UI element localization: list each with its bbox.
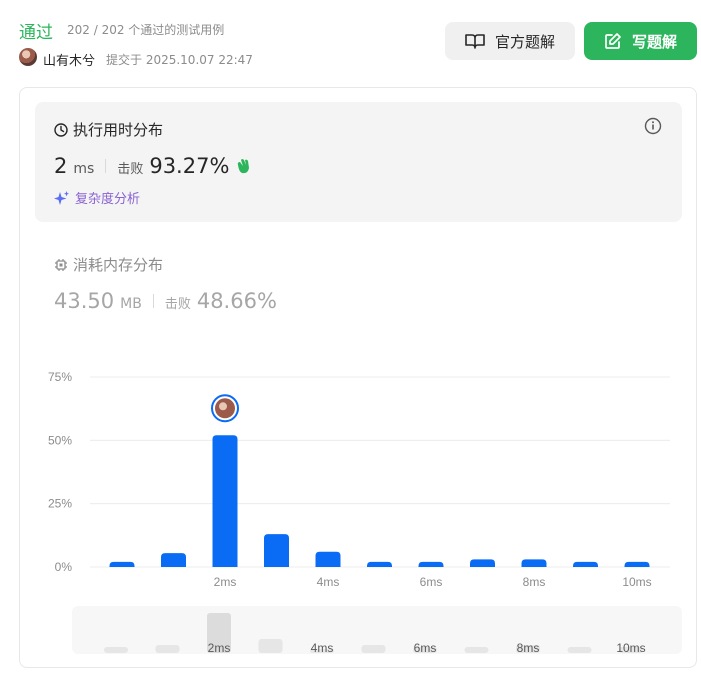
- runtime-distribution-chart: 75% 50% 25% 0% 2ms 4ms 6ms 8ms 10ms 2ms 4ms 6ms 8ms 1…: [48, 370, 670, 655]
- chart-bar: [624, 561, 650, 567]
- y-tick-label: 75%: [48, 370, 72, 384]
- x-tick-label: 6ms: [420, 575, 443, 589]
- y-tick-label: 25%: [48, 497, 72, 511]
- mini-x-label: 6ms: [414, 641, 437, 655]
- chart-bar: [418, 561, 444, 567]
- chart-bar: [470, 559, 495, 567]
- mini-x-label: 2ms: [208, 641, 231, 655]
- mini-x-label: 4ms: [311, 641, 334, 655]
- y-tick-label: 0%: [55, 560, 73, 574]
- x-tick-label: 4ms: [317, 575, 340, 589]
- mini-bar: [258, 639, 283, 653]
- chart-bar: [573, 561, 598, 567]
- x-tick-label: 8ms: [523, 575, 546, 589]
- chart-bar: [109, 561, 135, 567]
- chart-bar: [264, 534, 289, 567]
- mini-bar: [464, 647, 489, 653]
- avatar-highlight: [219, 402, 227, 411]
- x-tick-label: 10ms: [622, 575, 651, 589]
- mini-x-label: 10ms: [616, 641, 645, 655]
- mini-x-label: 8ms: [517, 641, 540, 655]
- chart-bar: [521, 559, 547, 567]
- mini-bar: [361, 645, 386, 653]
- y-tick-label: 50%: [48, 433, 72, 447]
- chart-bar: [315, 551, 341, 567]
- mini-bar: [155, 645, 180, 653]
- chart-bar: [212, 435, 238, 567]
- x-tick-label: 2ms: [214, 575, 237, 589]
- mini-bar: [567, 647, 592, 653]
- chart-bar: [367, 561, 392, 567]
- chart-bar: [161, 553, 186, 567]
- mini-bar: [104, 647, 128, 653]
